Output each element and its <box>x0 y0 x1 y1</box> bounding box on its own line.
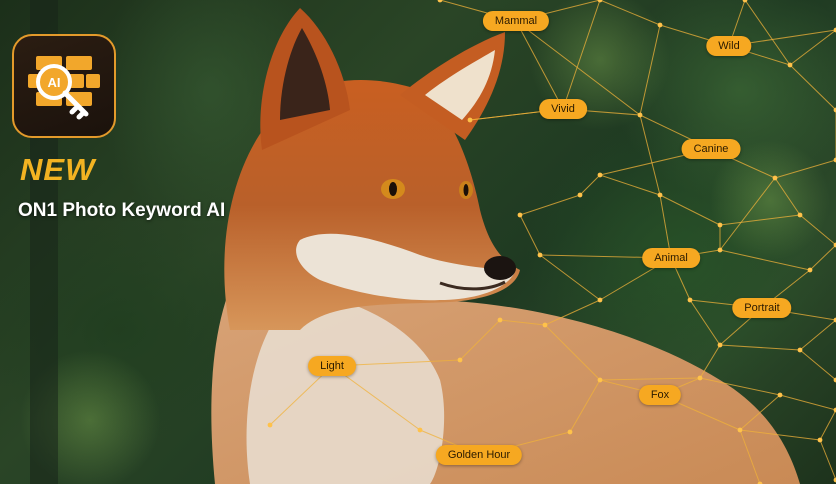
network-node <box>537 252 543 258</box>
network-edge <box>809 244 836 271</box>
network-node <box>717 247 723 253</box>
network-node <box>417 427 423 433</box>
network-node <box>717 342 723 348</box>
network-node <box>577 192 583 198</box>
keyword-tag-animal: Animal <box>642 248 700 268</box>
network-edge <box>519 214 541 256</box>
network-node <box>457 357 463 363</box>
network-edge <box>744 0 791 66</box>
network-node <box>777 392 783 398</box>
logo-text: AI <box>48 75 61 90</box>
keyword-tag-vivid: Vivid <box>539 99 587 119</box>
network-edge <box>639 114 661 196</box>
network-edge <box>799 349 836 381</box>
network-node <box>787 62 793 68</box>
new-badge: NEW <box>20 152 96 187</box>
network-edge <box>539 254 601 301</box>
network-node <box>567 429 573 435</box>
keyword-tag-light: Light <box>308 356 356 376</box>
network-node <box>807 267 813 273</box>
network-edge <box>799 319 836 351</box>
network-edge <box>689 299 721 346</box>
keyword-tag-canine: Canine <box>681 139 741 159</box>
app-logo-tile: AI <box>12 34 116 138</box>
network-edge <box>719 344 801 351</box>
network-node <box>817 437 823 443</box>
network-edge <box>789 64 836 111</box>
network-node <box>597 172 603 178</box>
network-edge <box>579 174 601 196</box>
network-node <box>637 112 643 118</box>
keyword-tag-fox: Fox <box>638 385 682 405</box>
network-node <box>597 297 603 303</box>
network-edge <box>789 29 836 66</box>
network-node <box>797 212 803 218</box>
network-edge <box>519 194 581 216</box>
network-node <box>467 117 473 123</box>
network-edge <box>819 409 836 441</box>
network-node <box>657 22 663 28</box>
hero-banner: AI NEW ON1 Photo Keyword AI Mammal Wild … <box>0 0 836 484</box>
network-edge <box>599 174 661 196</box>
network-node <box>267 422 273 428</box>
keyword-tag-portrait: Portrait <box>732 298 792 318</box>
network-node <box>717 222 723 228</box>
network-edge <box>819 439 836 481</box>
product-name: ON1 Photo Keyword AI <box>18 200 226 221</box>
network-node <box>597 377 603 383</box>
network-node <box>657 192 663 198</box>
keyword-tag-golden-hour: Golden Hour <box>435 445 523 465</box>
network-node <box>797 347 803 353</box>
network-node <box>497 317 503 323</box>
network-edge <box>779 394 836 411</box>
keyword-tag-wild: Wild <box>706 36 752 56</box>
network-node <box>772 175 778 181</box>
network-node <box>542 322 548 328</box>
keyword-tag-mammal: Mammal <box>482 11 550 31</box>
key-icon: AI <box>28 56 100 120</box>
network-node <box>517 212 523 218</box>
network-node <box>737 427 743 433</box>
photo-scene <box>20 0 836 484</box>
fox <box>211 8 800 484</box>
network-node <box>697 375 703 381</box>
network-node <box>687 297 693 303</box>
network-node <box>437 0 443 3</box>
network-edge <box>699 344 721 379</box>
